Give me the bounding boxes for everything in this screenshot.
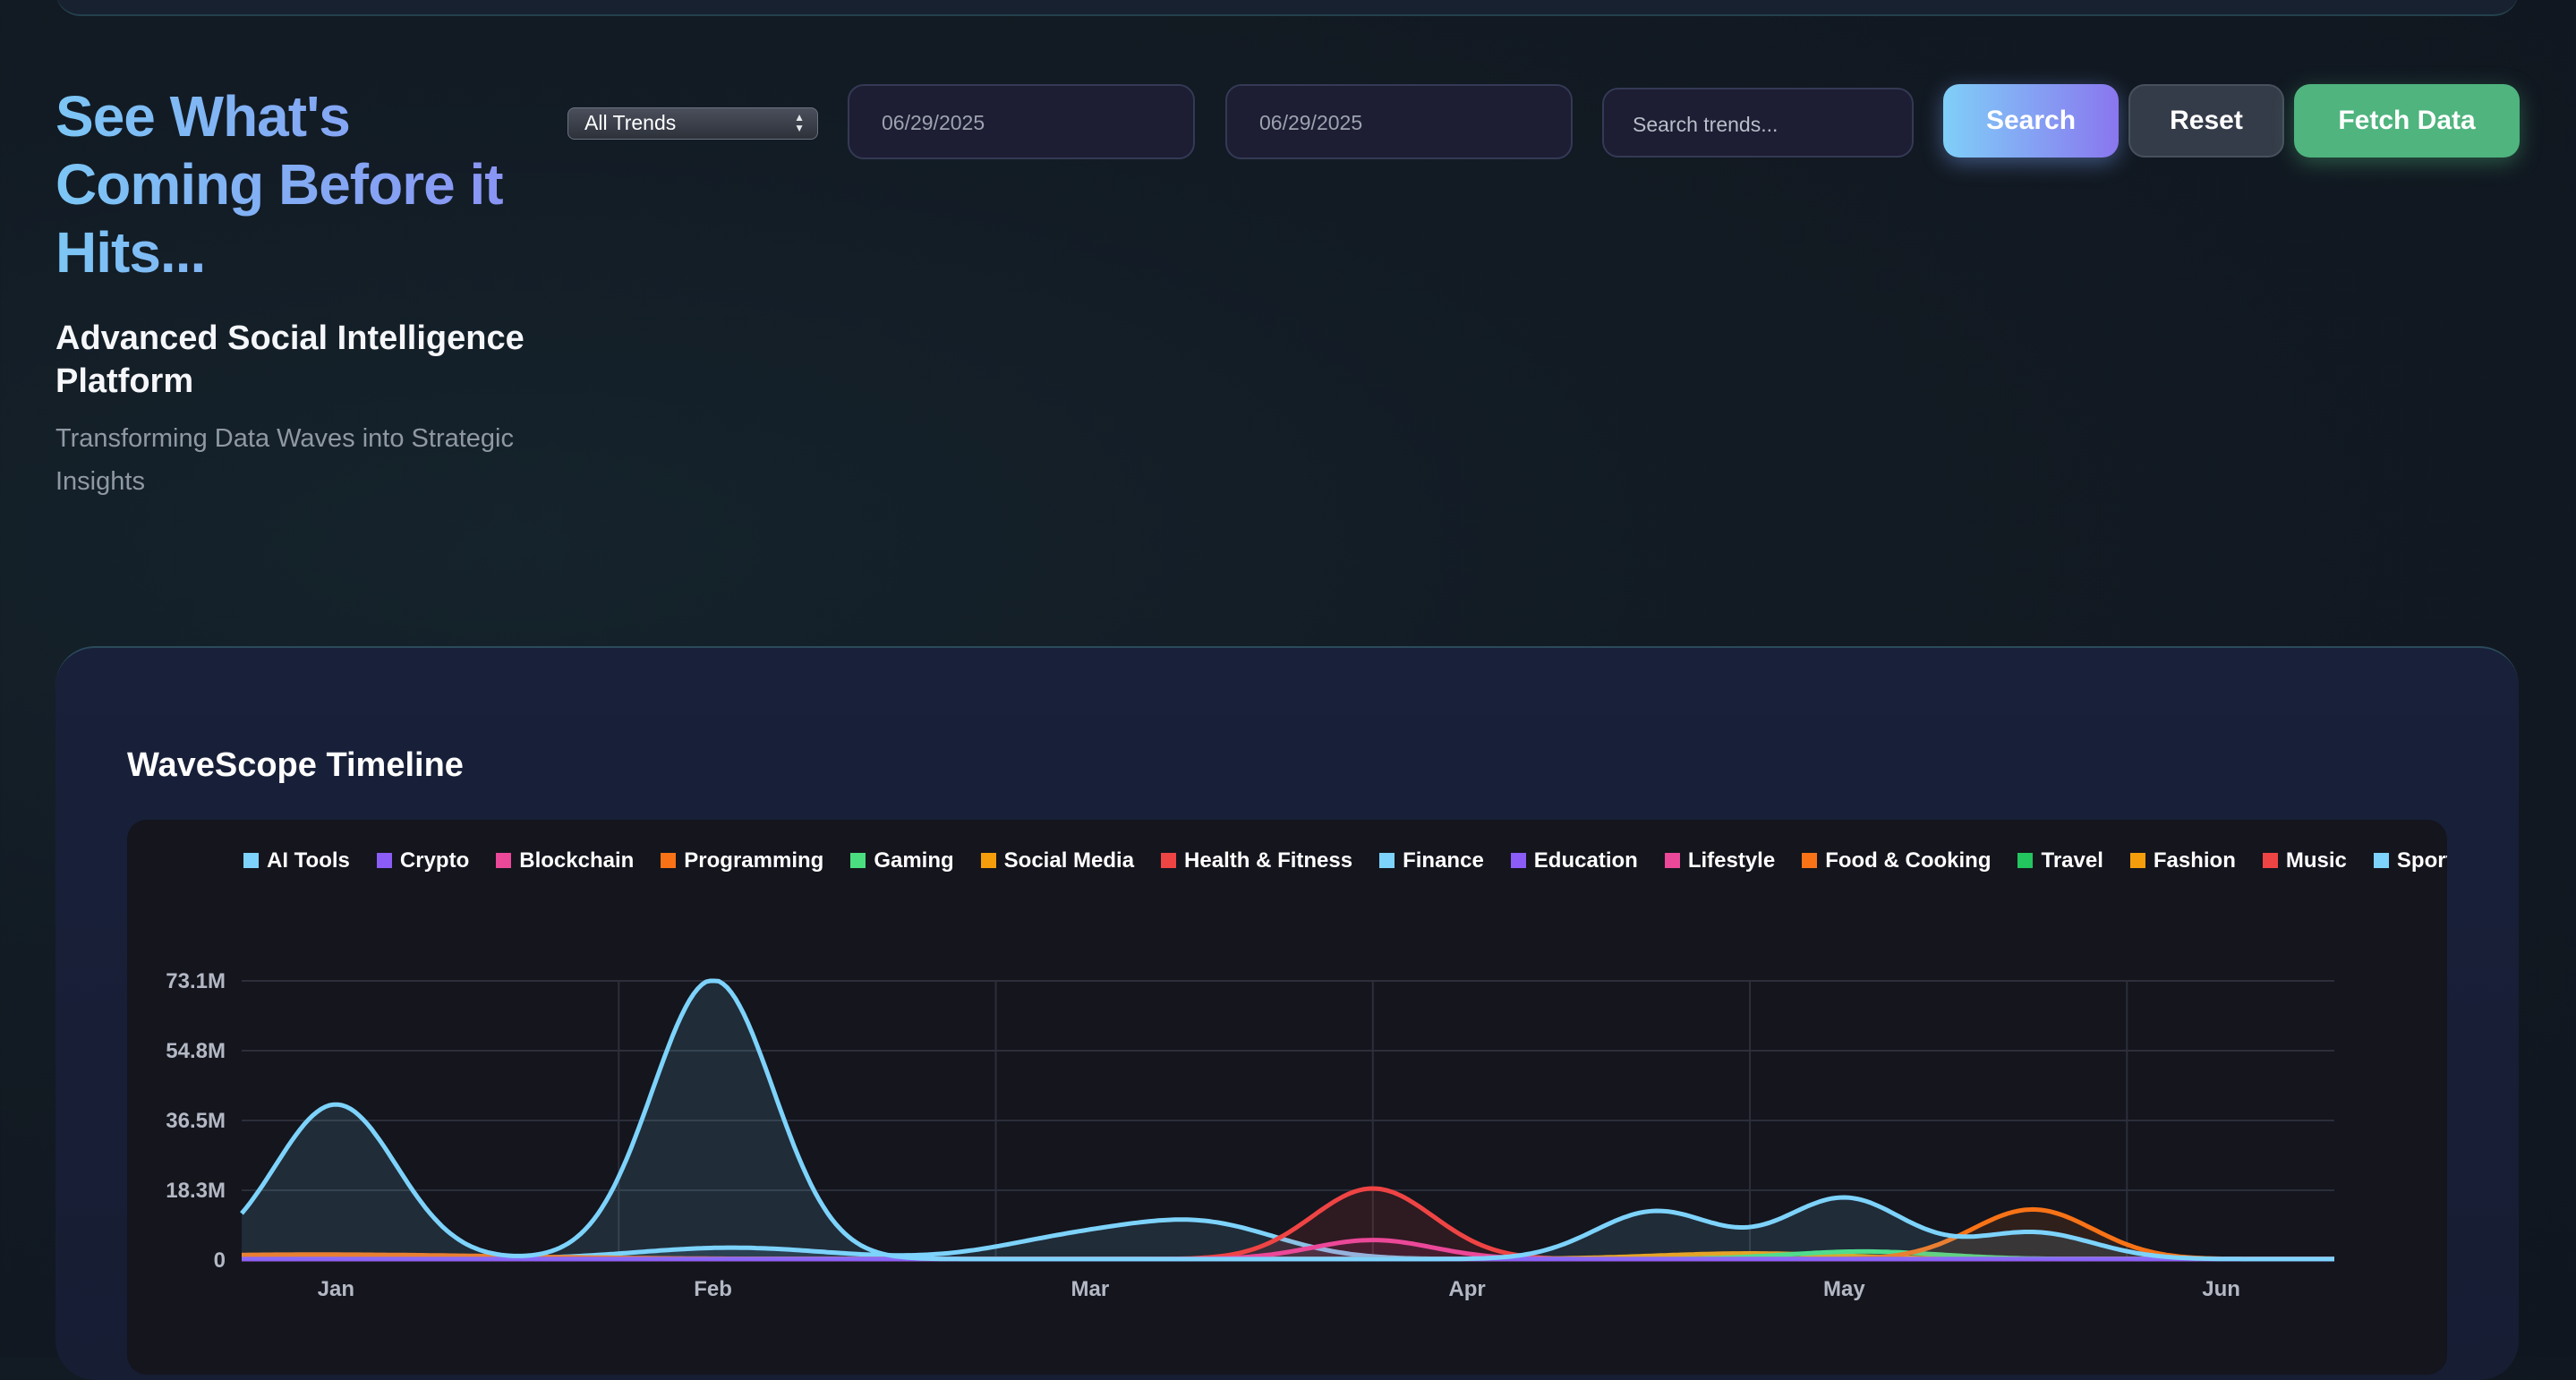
x-tick-label: May bbox=[1823, 1277, 1865, 1301]
fetch-data-button[interactable]: Fetch Data bbox=[2294, 84, 2520, 158]
search-input[interactable]: Search trends... bbox=[1602, 88, 1914, 158]
top-panel-edge bbox=[55, 0, 2519, 16]
x-tick-label: Feb bbox=[694, 1277, 732, 1301]
y-tick-label: 36.5M bbox=[166, 1109, 226, 1133]
y-tick-label: 54.8M bbox=[166, 1039, 226, 1063]
category-select-value: All Trends bbox=[584, 111, 677, 134]
x-tick-label: Mar bbox=[1070, 1277, 1109, 1301]
start-date-input[interactable]: 06/29/2025 bbox=[848, 84, 1195, 159]
hero-subtitle: Advanced Social Intelligence Platform bbox=[55, 319, 525, 400]
y-tick-label: 0 bbox=[214, 1248, 226, 1273]
timeline-title: WaveScope Timeline bbox=[127, 746, 464, 784]
x-tick-label: Jun bbox=[2202, 1277, 2240, 1301]
hero-tagline: Transforming Data Waves into Strategic I… bbox=[55, 424, 514, 496]
x-tick-label: Apr bbox=[1448, 1277, 1485, 1301]
reset-button[interactable]: Reset bbox=[2128, 84, 2284, 158]
chart-canvas: 0 18.3M 36.5M 54.8M 73.1M Jan Feb Mar Apr May Jun bbox=[166, 969, 2334, 1301]
y-tick-label: 73.1M bbox=[166, 969, 226, 993]
category-select[interactable]: All Trends ▲ ▼ bbox=[567, 107, 818, 140]
end-date-input[interactable]: 06/29/2025 bbox=[1225, 84, 1573, 159]
timeline-chart: AI Tools Crypto Blockchain Programming Gamin… bbox=[127, 820, 2447, 1375]
y-tick-label: 18.3M bbox=[166, 1179, 226, 1203]
hero-title: See What's Coming Before it Hits... bbox=[55, 82, 557, 286]
select-arrows-icon: ▲ ▼ bbox=[794, 111, 805, 134]
search-button[interactable]: Search bbox=[1943, 84, 2119, 158]
x-tick-label: Jan bbox=[318, 1277, 354, 1301]
